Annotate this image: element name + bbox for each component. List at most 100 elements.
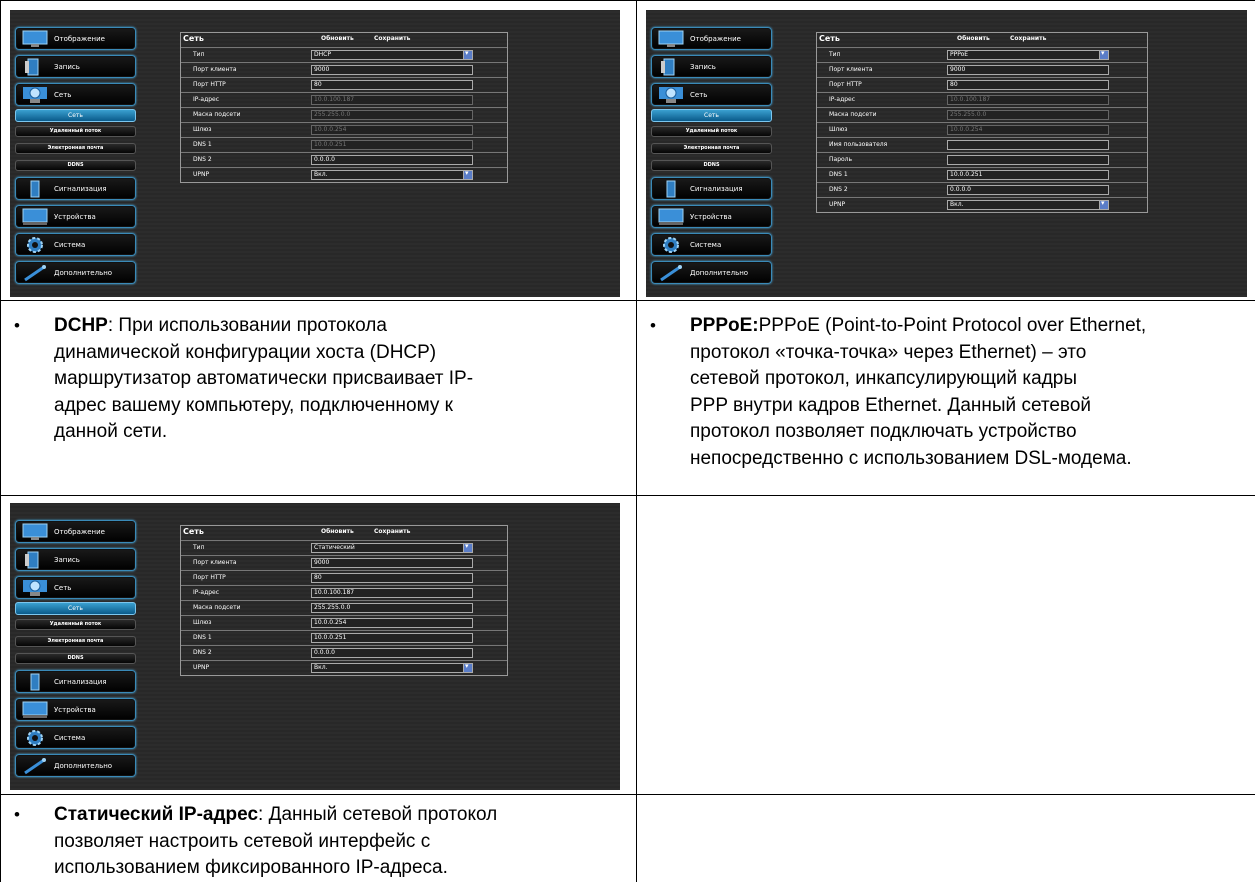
sidebar-item-label: Запись (54, 556, 80, 564)
sidebar-sub-item[interactable]: DDNS (15, 653, 136, 664)
sidebar-sub-item[interactable]: DDNS (15, 160, 136, 171)
description-line: PPPoE:PPPoE (Point-to-Point Protocol ove… (690, 313, 1146, 340)
text-field[interactable]: 10.0.0.251 (311, 633, 473, 643)
monitor-icon (658, 30, 684, 48)
sidebar-item-gear[interactable]: Система (15, 233, 136, 256)
dropdown-select[interactable]: PPPoE (947, 49, 1109, 60)
sidebar-item-alarm[interactable]: Сигнализация (15, 670, 136, 693)
bullet-icon: • (650, 316, 656, 335)
sidebar-item-label: Устройства (54, 213, 96, 221)
sidebar-item-monitor[interactable]: Отображение (15, 27, 136, 50)
field-label: DNS 1 (193, 634, 212, 641)
field-label: Порт клиента (193, 559, 237, 566)
text-field[interactable]: 0.0.0.0 (311, 648, 473, 658)
field-value: 10.0.0.254 (314, 619, 347, 626)
chevron-down-icon[interactable] (463, 542, 472, 552)
text-field[interactable]: 9000 (311, 558, 473, 568)
text-field[interactable]: 0.0.0.0 (947, 185, 1109, 195)
settings-row: DNS 1 10.0.0.251 (181, 137, 507, 152)
text-field[interactable]: 10.0.100.187 (311, 588, 473, 598)
sidebar-item-label: Сигнализация (690, 185, 743, 193)
dropdown-select[interactable]: Вкл. (311, 662, 473, 673)
sidebar-sub-item[interactable]: DDNS (651, 160, 772, 171)
chevron-down-icon[interactable] (463, 662, 472, 672)
text-field[interactable]: 9000 (947, 65, 1109, 75)
field-label: Маска подсети (193, 604, 241, 611)
refresh-button[interactable]: Обновить (321, 35, 354, 42)
sidebar-sub-network[interactable]: Сеть (651, 109, 772, 122)
text-field[interactable] (947, 155, 1109, 165)
chevron-down-icon[interactable] (1099, 49, 1108, 59)
text-field[interactable]: 80 (311, 80, 473, 90)
dropdown-select[interactable]: Вкл. (947, 199, 1109, 210)
sidebar-item-tools[interactable]: Дополнительно (15, 261, 136, 284)
chevron-down-icon[interactable] (463, 49, 472, 59)
sidebar-item-alarm[interactable]: Сигнализация (651, 177, 772, 200)
sidebar-sub-item[interactable]: Удаленный поток (15, 619, 136, 630)
save-button[interactable]: Сохранить (374, 35, 410, 42)
text-field[interactable]: 10.0.0.251 (947, 170, 1109, 180)
text-field[interactable]: 10.0.0.254 (311, 618, 473, 628)
description-line: адрес вашему компьютеру, подключенному к (54, 393, 473, 420)
save-button[interactable]: Сохранить (1010, 35, 1046, 42)
field-label: Тип (193, 544, 205, 551)
text-field[interactable]: 9000 (311, 65, 473, 75)
settings-row: Порт HTTP 80 (181, 570, 507, 585)
text-field[interactable]: 255.255.0.0 (311, 603, 473, 613)
chevron-down-icon[interactable] (1099, 199, 1108, 209)
refresh-button[interactable]: Обновить (957, 35, 990, 42)
dropdown-select[interactable]: Вкл. (311, 169, 473, 180)
sidebar-sub-network[interactable]: Сеть (15, 109, 136, 122)
dropdown-select[interactable]: Статический (311, 542, 473, 553)
sidebar-sub-item[interactable]: Удаленный поток (15, 126, 136, 137)
sidebar-item-tools[interactable]: Дополнительно (15, 754, 136, 777)
text-field[interactable] (947, 140, 1109, 150)
sidebar-item-network[interactable]: Сеть (651, 83, 772, 106)
sidebar-item-network[interactable]: Сеть (15, 83, 136, 106)
field-value: DHCP (314, 51, 331, 58)
sidebar-item-device[interactable]: Устройства (15, 698, 136, 721)
sidebar-item-monitor[interactable]: Отображение (15, 520, 136, 543)
sidebar-item-device[interactable]: Устройства (15, 205, 136, 228)
field-value: 10.0.0.254 (950, 126, 983, 133)
description-text: динамической конфигурации хоста (DHCP) (54, 341, 437, 363)
sidebar-item-recorder[interactable]: Запись (15, 55, 136, 78)
refresh-button[interactable]: Обновить (321, 528, 354, 535)
text-field[interactable]: 80 (311, 573, 473, 583)
sidebar-sub-item[interactable]: Электронная почта (15, 143, 136, 154)
sidebar-item-monitor[interactable]: Отображение (651, 27, 772, 50)
description-line: Статический IP-адрес: Данный сетевой про… (54, 802, 497, 829)
sidebar-item-device[interactable]: Устройства (651, 205, 772, 228)
sidebar-item-tools[interactable]: Дополнительно (651, 261, 772, 284)
settings-row: Тип DHCP (181, 47, 507, 62)
text-field[interactable]: 80 (947, 80, 1109, 90)
sidebar-item-gear[interactable]: Система (651, 233, 772, 256)
sidebar-sub-network[interactable]: Сеть (15, 602, 136, 615)
sidebar-item-alarm[interactable]: Сигнализация (15, 177, 136, 200)
description-line: непосредственно с использованием DSL-мод… (690, 446, 1146, 473)
settings-row: UPNP Вкл. (817, 197, 1147, 212)
chevron-down-icon[interactable] (463, 169, 472, 179)
description-line: позволяет настроить сетевой интерфейс с (54, 829, 497, 856)
monitor-icon (22, 523, 48, 541)
description-text: использованием фиксированного IP-адреса. (54, 857, 448, 878)
table-row-divider-3 (0, 794, 1255, 795)
save-button[interactable]: Сохранить (374, 528, 410, 535)
dropdown-select[interactable]: DHCP (311, 49, 473, 60)
bullet-icon: • (14, 316, 20, 335)
network-settings-panel: Сеть Обновить Сохранить Тип Статический Порт … (180, 525, 508, 676)
bullet-icon: • (14, 805, 20, 824)
sidebar-sub-item[interactable]: Удаленный поток (651, 126, 772, 137)
description-text: адрес вашему компьютеру, подключенному к (54, 394, 453, 416)
panel-title: Сеть (183, 34, 204, 43)
network-icon (658, 86, 684, 104)
sidebar-sub-item[interactable]: Электронная почта (651, 143, 772, 154)
sidebar-item-recorder[interactable]: Запись (651, 55, 772, 78)
sidebar-item-network[interactable]: Сеть (15, 576, 136, 599)
sidebar-item-recorder[interactable]: Запись (15, 548, 136, 571)
network-settings-panel: Сеть Обновить Сохранить Тип PPPoE Порт клиент… (816, 32, 1148, 213)
sidebar-item-gear[interactable]: Система (15, 726, 136, 749)
screenshot-static: Отображение Запись Сеть Сигнализация Устройс… (10, 503, 620, 790)
text-field[interactable]: 0.0.0.0 (311, 155, 473, 165)
sidebar-sub-item[interactable]: Электронная почта (15, 636, 136, 647)
